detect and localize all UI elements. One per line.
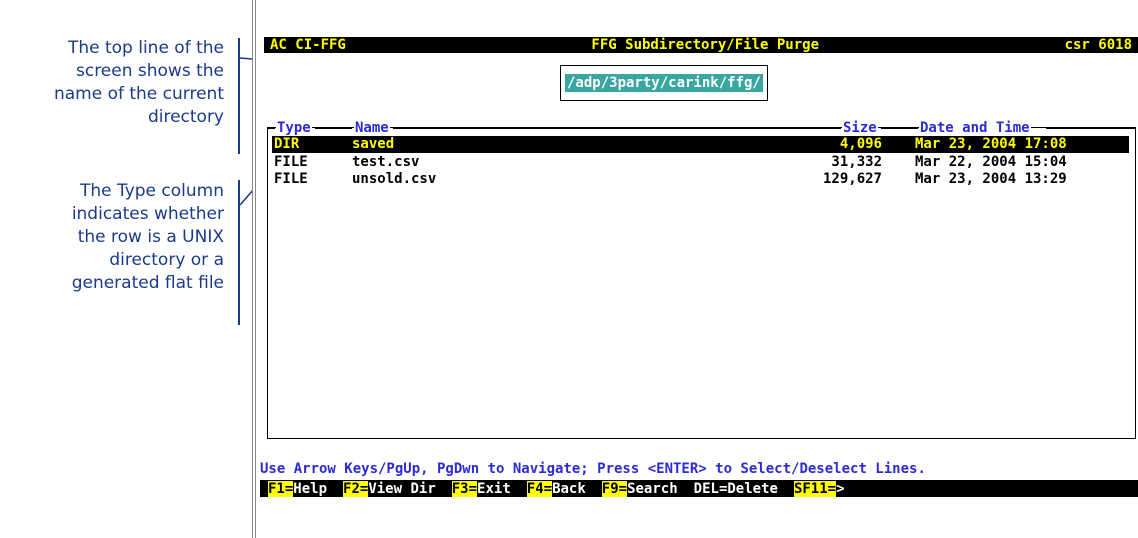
annotation-line: screen shows the bbox=[75, 61, 224, 81]
annotation-line: directory bbox=[147, 107, 224, 127]
column-header-size[interactable]: Size bbox=[842, 120, 878, 136]
annotation-bar-type bbox=[238, 180, 240, 325]
cell-name: test.csv bbox=[352, 154, 420, 170]
annotation-bar-top bbox=[238, 38, 240, 154]
annotation-type-column: The Type column indicates whether the ro… bbox=[72, 180, 224, 295]
title-bar: AC CI-FFG FFG Subdirectory/File Purge cs… bbox=[264, 37, 1138, 53]
annotation-line: The Type column bbox=[79, 181, 224, 201]
f4-back-key[interactable]: F4=Back bbox=[526, 480, 586, 497]
f9-search-key[interactable]: F9=Search bbox=[601, 480, 678, 497]
cell-date: Mar 23, 2004 17:08 bbox=[915, 136, 1067, 152]
f2-view-dir-key[interactable]: F2=View Dir bbox=[343, 480, 436, 497]
column-header-type[interactable]: Type bbox=[276, 120, 312, 136]
column-header-name[interactable]: Name bbox=[354, 120, 390, 136]
annotation-line: indicates whether bbox=[71, 204, 224, 224]
table-row[interactable]: DIR saved 4,096 Mar 23, 2004 17:08 bbox=[272, 136, 1129, 153]
help-line: Use Arrow Keys/PgUp, PgDwn to Navigate; … bbox=[260, 461, 926, 477]
screen-title: FFG Subdirectory/File Purge bbox=[591, 37, 819, 53]
f1-help-key[interactable]: F1=Help bbox=[268, 480, 327, 497]
file-list: Type Name Size Date and Time DIR saved 4… bbox=[267, 120, 1136, 439]
cell-date: Mar 22, 2004 15:04 bbox=[915, 154, 1067, 170]
table-row[interactable]: FILE test.csv 31,332 Mar 22, 2004 15:04 bbox=[272, 154, 1129, 171]
app-code: AC CI-FFG bbox=[270, 37, 346, 53]
cell-date: Mar 23, 2004 13:29 bbox=[915, 171, 1067, 187]
csr-code: csr 6018 bbox=[1064, 37, 1132, 53]
annotation-line: generated flat file bbox=[71, 273, 224, 293]
terminal-screen: AC CI-FFG FFG Subdirectory/File Purge cs… bbox=[252, 0, 1138, 538]
cell-name: saved bbox=[352, 136, 395, 152]
cell-size: 4,096 bbox=[839, 136, 882, 152]
cell-name: unsold.csv bbox=[352, 171, 437, 187]
column-header-date[interactable]: Date and Time bbox=[919, 120, 1031, 136]
cell-size: 129,627 bbox=[822, 171, 882, 187]
cell-type: FILE bbox=[274, 171, 308, 187]
annotation-line: name of the current bbox=[53, 84, 224, 104]
cell-type: FILE bbox=[274, 154, 308, 170]
annotation-top-line: The top line of the screen shows the nam… bbox=[54, 37, 224, 129]
sf11-next-key[interactable]: SF11=> bbox=[793, 480, 845, 497]
table-row[interactable]: FILE unsold.csv 129,627 Mar 23, 2004 13:… bbox=[272, 171, 1129, 188]
function-key-bar: F1=Help F2=View Dir F3=Exit F4=Back F9=S… bbox=[260, 480, 1138, 497]
cell-type: DIR bbox=[274, 136, 300, 152]
del-delete-key[interactable]: DEL=Delete bbox=[694, 481, 778, 497]
f3-exit-key[interactable]: F3=Exit bbox=[451, 480, 511, 497]
annotation-line: The top line of the bbox=[67, 38, 224, 58]
current-directory-box: /adp/3party/carink/ffg/ bbox=[560, 65, 768, 101]
cell-size: 31,332 bbox=[831, 154, 882, 170]
current-directory: /adp/3party/carink/ffg/ bbox=[565, 74, 763, 92]
annotation-line: directory or a bbox=[109, 250, 224, 270]
annotation-line: the row is a UNIX bbox=[77, 227, 224, 247]
